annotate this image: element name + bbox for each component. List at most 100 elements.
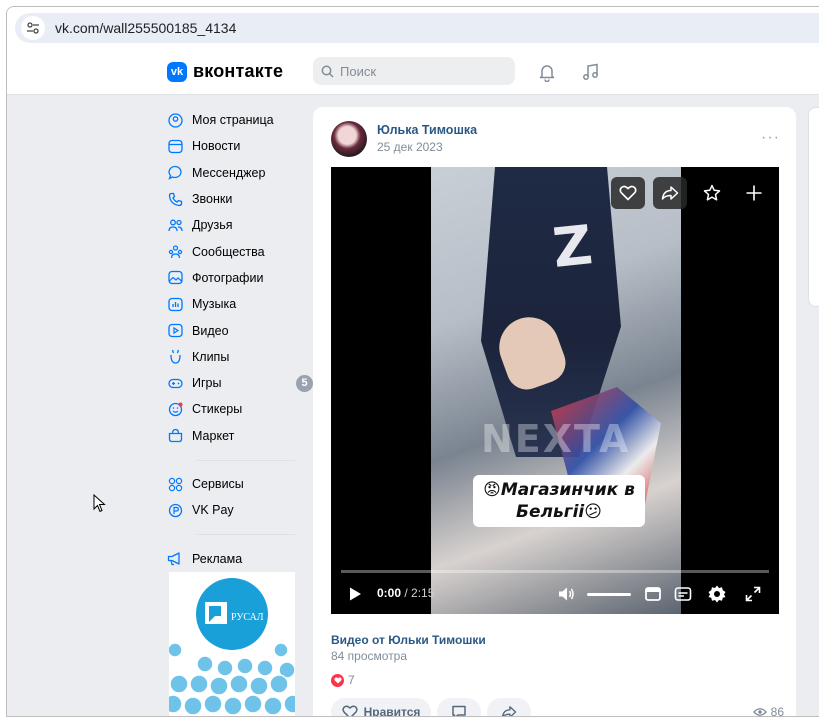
url-field[interactable]: vk.com/wall255500185_4134 [15,13,819,43]
heart-icon [619,185,637,201]
rusal-ad-image: РУСАЛ [169,572,295,716]
video-caption: 😡Магазинчик в Бельгii😕 [473,475,645,527]
sidebar-item-vk-pay[interactable]: VK Pay [167,497,307,523]
sidebar-item-market[interactable]: Маркет [167,423,307,449]
url-text[interactable]: vk.com/wall255500185_4134 [55,20,236,36]
sidebar-item-label: Сервисы [192,477,244,491]
post-views-count: 86 [770,705,784,717]
post-actions: Нравится [331,698,531,717]
sidebar-item-news[interactable]: Новости [167,133,307,159]
video-title-link[interactable]: Видео от Юльки Тимошки [331,633,486,647]
video-share-button[interactable] [653,177,687,209]
author-avatar[interactable] [331,121,367,157]
sidebar-item-photos[interactable]: Фотографии [167,265,307,291]
sidebar-item-label: Видео [192,323,229,338]
video-time-current: 0:00 [377,586,402,600]
ad-logo-text: РУСАЛ [231,612,264,623]
comment-button[interactable] [437,698,481,716]
right-panel-edge [808,107,819,307]
reactions-summary[interactable]: 7 [331,673,355,687]
gamepad-icon [167,375,183,391]
reaction-heart-icon [331,673,344,687]
friends-icon [167,217,183,233]
sidebar-item-label: VK Pay [192,503,234,518]
sidebar-item-clips[interactable]: Клипы [167,344,307,370]
volume-slider[interactable] [587,593,631,596]
video-top-actions [611,177,771,209]
browser-window: vk.com/wall255500185_4134 vk вконтакте П… [6,6,819,717]
heart-outline-icon [341,705,358,716]
phone-icon [167,191,183,207]
sidebar-item-label: Новости [192,139,241,154]
video-caption-line1: 😡Магазинчик в [483,480,635,500]
star-icon [703,184,721,201]
likes-count: 7 [348,673,355,687]
sidebar-divider [197,459,295,461]
sidebar-item-label: Моя страница [192,113,274,128]
sidebar-item-video[interactable]: Видео [167,317,307,343]
sidebar-item-games[interactable]: Игры 5 [167,370,313,396]
volume-icon[interactable] [557,584,577,604]
sidebar-item-communities[interactable]: Сообщества [167,238,307,264]
video-player[interactable]: Z NEXTA 😡Магазинчик в Бельгii😕 0:00 / 2:… [331,167,779,614]
search-input[interactable]: Поиск [313,57,515,85]
sidebar-item-label: Фотографии [192,270,264,285]
share-icon [661,186,679,200]
sidebar-item-label: Игры [192,376,222,391]
play-icon[interactable] [345,584,365,604]
games-count-badge: 5 [296,374,313,392]
photo-icon [167,270,183,286]
video-time-total: / 2:15 [401,586,435,600]
sidebar-item-label: Звонки [192,192,233,207]
sidebar-item-messenger[interactable]: Мессенджер [167,160,307,186]
megaphone-icon [167,551,183,567]
sidebar-item-stickers[interactable]: Стикеры [167,396,307,422]
sidebar-item-calls[interactable]: Звонки [167,186,307,212]
sidebar-item-label: Музыка [192,297,237,312]
video-watermark: NEXTA [481,417,631,461]
vk-logo-icon: vk [167,61,187,82]
sidebar-item-label: Стикеры [192,402,243,417]
search-placeholder: Поиск [340,63,377,79]
video-z-letter: Z [549,213,596,280]
settings-gear-icon[interactable] [707,584,727,604]
fullscreen-icon[interactable] [743,584,763,604]
mini-player-icon[interactable] [643,584,663,604]
communities-icon [167,244,183,260]
sidebar-item-services[interactable]: Сервисы [167,471,307,497]
comment-icon [452,705,466,716]
video-add-button[interactable] [737,177,771,209]
post-views: 86 [752,705,784,717]
like-button-label: Нравится [363,705,421,717]
share-button[interactable] [487,698,531,716]
sidebar-item-ads[interactable]: Реклама [167,545,307,571]
site-settings-icon[interactable] [21,16,45,40]
sidebar-item-my-page[interactable]: Моя страница [167,107,307,133]
video-progress-bar[interactable] [341,570,769,573]
subtitles-icon[interactable] [673,584,693,604]
ad-banner[interactable]: РУСАЛ [169,572,295,716]
services-icon [167,476,183,492]
address-bar: vk.com/wall255500185_4134 [7,7,819,47]
vk-logo-text: вконтакте [193,61,284,81]
video-like-button[interactable] [611,177,645,209]
post-date[interactable]: 25 дек 2023 [377,140,443,154]
post-more-menu-icon[interactable]: ··· [761,129,780,147]
post-author-name[interactable]: Юлька Тимошка [377,123,477,137]
sidebar-item-friends[interactable]: Друзья [167,212,307,238]
video-favorite-button[interactable] [695,177,729,209]
video-caption-line2: Бельгii😕 [516,502,602,522]
like-button[interactable]: Нравится [331,698,431,717]
plus-icon [746,185,762,201]
video-icon [167,323,183,339]
wall-post: Юлька Тимошка 25 дек 2023 ··· Z NEXTA 😡М… [313,107,796,717]
vk-logo[interactable]: vk вконтакте [167,61,283,82]
chat-bubble-icon [167,165,183,181]
music-note-icon[interactable] [581,62,601,82]
share-outline-icon [501,706,517,716]
bell-icon[interactable] [537,62,557,82]
sidebar-item-label: Мессенджер [192,165,266,180]
sidebar-item-music[interactable]: Музыка [167,291,307,317]
sidebar-item-label: Сообщества [192,244,265,259]
mouse-cursor-icon [93,494,106,513]
